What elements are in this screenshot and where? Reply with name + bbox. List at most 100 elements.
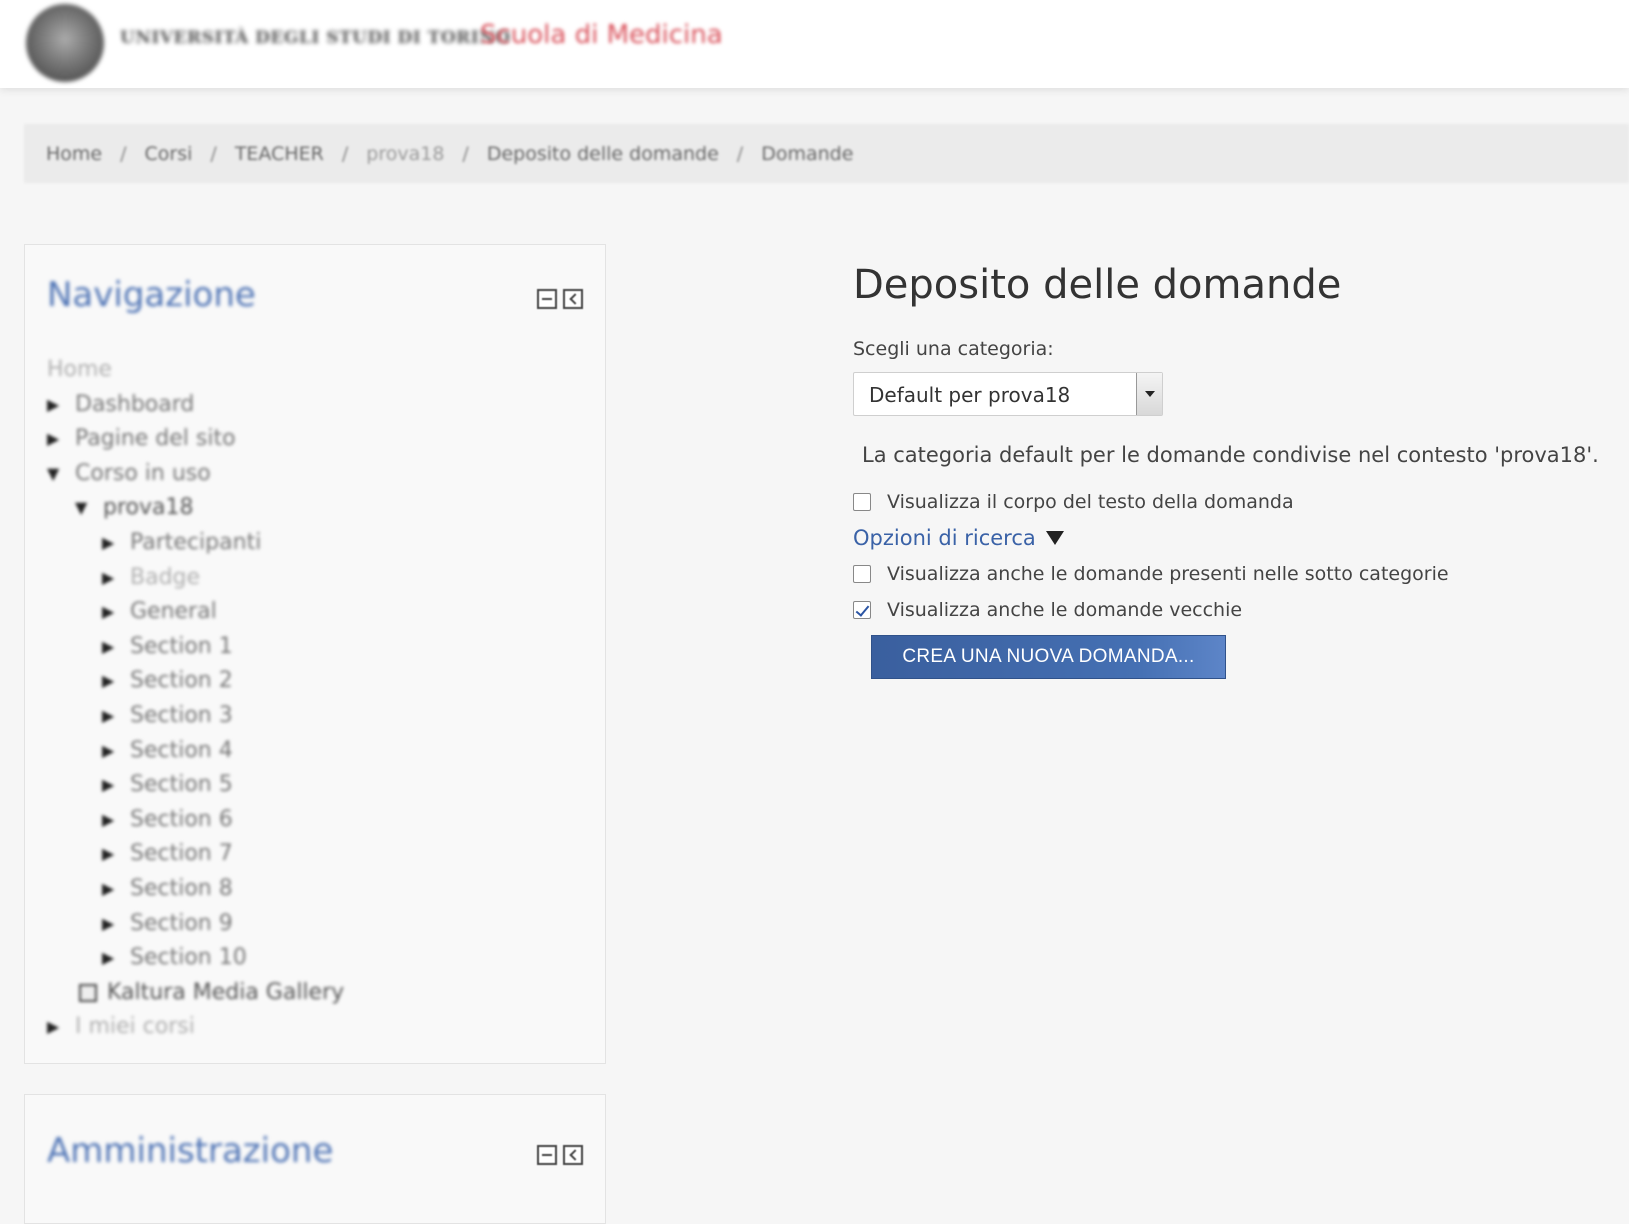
expand-arrow-icon[interactable]: ▶ [102, 699, 124, 734]
expand-arrow-icon[interactable]: ▶ [102, 837, 124, 872]
nav-item-site-pages[interactable]: ▶ Pagine del sito [47, 422, 344, 457]
collapse-arrow-icon[interactable]: ▼ [75, 491, 97, 526]
nav-item-section[interactable]: ▶ Section 4 [47, 734, 344, 769]
nav-item-label: Section 3 [130, 702, 233, 728]
expand-arrow-icon[interactable]: ▶ [102, 803, 124, 838]
nav-item-section[interactable]: ▶ Section 10 [47, 941, 344, 976]
breadcrumb-teacher[interactable]: TEACHER [235, 143, 324, 165]
school-name[interactable]: Scuola di Medicina [480, 20, 723, 50]
dock-block-icon[interactable] [563, 289, 583, 309]
nav-item-label: Badge [130, 564, 201, 590]
expand-arrow-icon[interactable]: ▶ [102, 768, 124, 803]
university-name: UNIVERSITÀ DEGLI STUDI DI TORINO [120, 28, 511, 48]
nav-item-section[interactable]: ▶ Section 6 [47, 803, 344, 838]
breadcrumb: Home / Corsi / TEACHER / prova18 / Depos… [24, 124, 1629, 183]
breadcrumb-separator: / [210, 142, 217, 165]
show-subcategories-checkbox[interactable] [853, 565, 871, 583]
nav-item-general[interactable]: ▶ General [47, 595, 344, 630]
nav-item-label: Section 2 [130, 668, 233, 694]
nav-item-label: Section 6 [130, 806, 233, 832]
administration-block-title: Amministrazione [47, 1131, 334, 1171]
nav-item-label: General [130, 599, 217, 625]
breadcrumb-separator: / [462, 142, 469, 165]
show-question-text-checkbox[interactable] [853, 493, 871, 511]
nav-item-label: Section 7 [130, 841, 233, 867]
expand-arrow-icon[interactable]: ▶ [102, 664, 124, 699]
nav-item-label: Corso in uso [75, 460, 211, 486]
dock-block-icon[interactable] [563, 1145, 583, 1165]
expand-arrow-icon[interactable]: ▶ [47, 388, 69, 423]
expand-arrow-icon[interactable]: ▶ [102, 907, 124, 942]
navigation-block: Navigazione Home ▶ Dashboard ▶ Pagine del … [24, 244, 606, 1064]
category-select[interactable]: Default per prova18 [853, 372, 1163, 416]
nav-item-participants[interactable]: ▶ Partecipanti [47, 526, 344, 561]
nav-item-label: Section 10 [130, 945, 247, 971]
navigation-block-title: Navigazione [47, 275, 256, 315]
nav-item-section[interactable]: ▶ Section 2 [47, 664, 344, 699]
expand-arrow-icon[interactable]: ▶ [102, 526, 124, 561]
nav-item-label: Pagine del sito [75, 426, 236, 452]
collapse-block-icon[interactable] [537, 289, 557, 309]
navigation-tree: Home ▶ Dashboard ▶ Pagine del sito ▼ Corso … [47, 353, 344, 1045]
expand-arrow-icon[interactable]: ▶ [102, 734, 124, 769]
navigation-block-controls [537, 289, 583, 309]
collapse-arrow-icon[interactable]: ▼ [47, 457, 69, 492]
expand-arrow-icon[interactable]: ▶ [102, 595, 124, 630]
show-old-questions-option: Visualizza anche le domande vecchie [853, 599, 1242, 621]
show-question-text-label[interactable]: Visualizza il corpo del testo della doma… [887, 491, 1294, 513]
nav-item-label: Home [47, 357, 112, 382]
nav-item-badge[interactable]: ▶ Badge [47, 561, 344, 596]
show-old-questions-checkbox[interactable] [853, 601, 871, 619]
category-select-label: Scegli una categoria: [853, 338, 1054, 360]
activity-icon [79, 983, 97, 1002]
nav-item-dashboard[interactable]: ▶ Dashboard [47, 388, 344, 423]
nav-item-label: Section 4 [130, 737, 233, 763]
expand-arrow-icon[interactable]: ▶ [102, 630, 124, 665]
breadcrumb-separator: / [120, 142, 127, 165]
search-options-toggle[interactable]: Opzioni di ricerca [853, 526, 1064, 550]
breadcrumb-question-bank[interactable]: Deposito delle domande [487, 143, 719, 165]
nav-item-section[interactable]: ▶ Section 1 [47, 630, 344, 665]
show-question-text-option: Visualizza il corpo del testo della doma… [853, 491, 1294, 513]
show-subcategories-label[interactable]: Visualizza anche le domande presenti nel… [887, 563, 1449, 585]
nav-item-label: Section 1 [130, 633, 233, 659]
nav-item-course-prova18[interactable]: ▼ prova18 [47, 491, 344, 526]
create-new-question-button[interactable]: CREA UNA NUOVA DOMANDA... [871, 635, 1226, 679]
search-options-label[interactable]: Opzioni di ricerca [853, 526, 1036, 550]
nav-item-my-courses[interactable]: ▶ I miei corsi [47, 1010, 344, 1045]
expand-arrow-icon[interactable]: ▶ [102, 561, 124, 596]
show-old-questions-label[interactable]: Visualizza anche le domande vecchie [887, 599, 1242, 621]
nav-item-current-course[interactable]: ▼ Corso in uso [47, 457, 344, 492]
nav-item-home[interactable]: Home [47, 353, 344, 388]
site-header: UNIVERSITÀ DEGLI STUDI DI TORINO Scuola … [0, 0, 1629, 88]
page-title: Deposito delle domande [853, 262, 1342, 308]
administration-block-controls [537, 1145, 583, 1165]
breadcrumb-separator: / [341, 142, 349, 165]
collapse-block-icon[interactable] [537, 1145, 557, 1165]
nav-item-section[interactable]: ▶ Section 9 [47, 907, 344, 942]
breadcrumb-questions[interactable]: Domande [761, 143, 853, 165]
breadcrumb-separator: / [736, 142, 744, 165]
nav-item-section[interactable]: ▶ Section 8 [47, 872, 344, 907]
nav-item-label: I miei corsi [75, 1014, 195, 1040]
nav-item-kaltura-media-gallery[interactable]: Kaltura Media Gallery [47, 976, 344, 1011]
nav-item-label: prova18 [103, 495, 194, 521]
breadcrumb-corsi[interactable]: Corsi [145, 143, 193, 165]
expand-arrow-icon[interactable]: ▶ [102, 872, 124, 907]
triangle-down-icon[interactable] [1045, 531, 1064, 545]
nav-item-label: Dashboard [75, 391, 195, 417]
breadcrumb-home[interactable]: Home [46, 143, 102, 165]
dropdown-arrow-icon[interactable] [1136, 373, 1162, 415]
nav-item-section[interactable]: ▶ Section 5 [47, 768, 344, 803]
university-seal-logo[interactable] [26, 4, 104, 82]
nav-item-label: Kaltura Media Gallery [107, 979, 345, 1005]
expand-arrow-icon[interactable]: ▶ [102, 941, 124, 976]
nav-item-section[interactable]: ▶ Section 3 [47, 699, 344, 734]
category-select-value: Default per prova18 [869, 383, 1071, 407]
breadcrumb-course[interactable]: prova18 [366, 143, 444, 165]
expand-arrow-icon[interactable]: ▶ [47, 1010, 69, 1045]
nav-item-label: Section 5 [130, 772, 233, 798]
expand-arrow-icon[interactable]: ▶ [47, 422, 69, 457]
nav-item-label: Section 9 [130, 910, 233, 936]
nav-item-section[interactable]: ▶ Section 7 [47, 837, 344, 872]
